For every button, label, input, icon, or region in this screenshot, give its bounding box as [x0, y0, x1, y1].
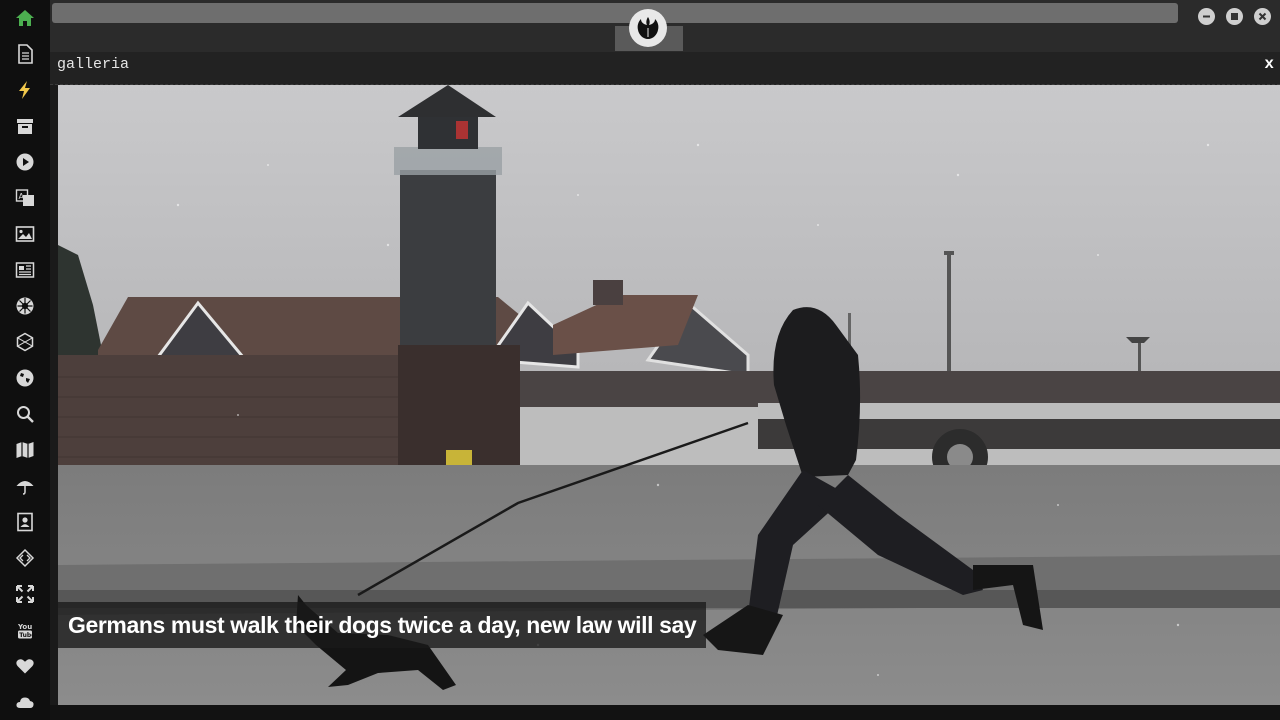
hexagon-icon[interactable]	[13, 330, 37, 354]
heart-icon[interactable]	[13, 654, 37, 678]
address-bar[interactable]	[52, 3, 1178, 23]
svg-text:You: You	[17, 623, 32, 631]
play-icon[interactable]	[13, 150, 37, 174]
maximize-icon[interactable]	[1226, 8, 1243, 25]
minimize-icon[interactable]	[1198, 8, 1215, 25]
globe-icon[interactable]	[13, 366, 37, 390]
archive-icon[interactable]	[13, 114, 37, 138]
top-bar	[50, 0, 1280, 52]
close-icon[interactable]	[1254, 8, 1271, 25]
document-icon[interactable]	[13, 42, 37, 66]
translate-icon[interactable]: A	[13, 186, 37, 210]
map-icon[interactable]	[13, 438, 37, 462]
sidebar: A You Tube	[0, 0, 50, 720]
bottom-strip	[50, 705, 1280, 720]
code-icon[interactable]	[13, 546, 37, 570]
contact-icon[interactable]	[13, 510, 37, 534]
search-icon[interactable]	[13, 402, 37, 426]
gallery-caption: Germans must walk their dogs twice a day…	[58, 602, 707, 648]
svg-text:A: A	[19, 192, 25, 201]
youtube-icon[interactable]: You Tube	[13, 618, 37, 642]
expand-icon[interactable]	[13, 582, 37, 606]
panel-header: galleria x	[50, 52, 1280, 85]
newspaper-icon[interactable]	[13, 258, 37, 282]
svg-text:Tube: Tube	[19, 632, 35, 639]
panel-title: galleria	[57, 56, 130, 73]
cloud-icon[interactable]	[13, 690, 37, 714]
umbrella-icon[interactable]	[13, 474, 37, 498]
caption-text: Germans must walk their dogs twice a day…	[68, 611, 697, 638]
empire-icon[interactable]	[13, 294, 37, 318]
panel-close-button[interactable]: x	[1264, 55, 1274, 73]
rebel-alliance-icon[interactable]	[629, 9, 667, 47]
lightning-icon[interactable]	[13, 78, 37, 102]
image-icon[interactable]	[13, 222, 37, 246]
home-icon[interactable]	[13, 6, 37, 30]
